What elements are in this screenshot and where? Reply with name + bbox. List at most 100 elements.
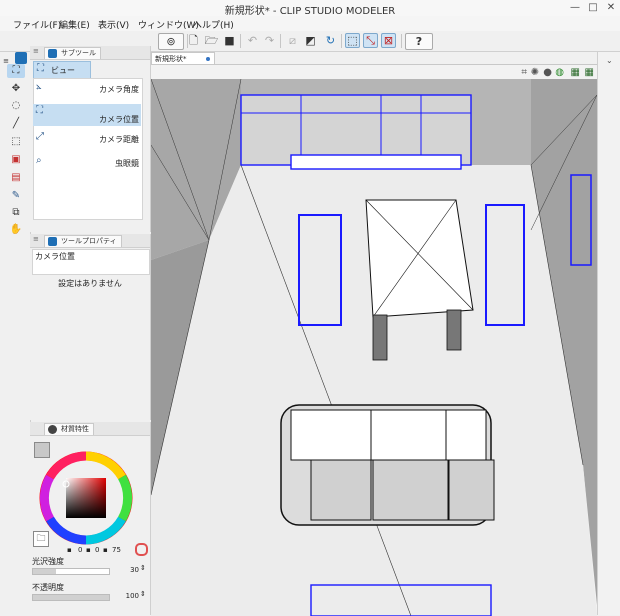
opacity-value: 100: [125, 592, 139, 600]
table-leg: [372, 314, 388, 361]
sphere-icon[interactable]: ●: [543, 67, 552, 78]
grip-icon: ≡: [33, 235, 39, 243]
gloss-label: 光沢強度: [32, 557, 64, 566]
hue-ring-segment: [46, 516, 87, 545]
tab-tool-property[interactable]: ツールプロパティ: [44, 235, 122, 247]
spinner-icon[interactable]: ⇕: [140, 564, 146, 572]
lasso-tool-icon[interactable]: ◌: [9, 99, 23, 113]
cube-tool-icon[interactable]: ⬚: [9, 135, 23, 149]
tab-material-label: 材質特性: [61, 425, 89, 433]
color-wheel[interactable]: [38, 450, 134, 546]
save-icon[interactable]: ■: [222, 33, 237, 48]
menu-edit[interactable]: 編集(E): [59, 18, 90, 31]
move-tool-icon[interactable]: ✥: [9, 82, 23, 96]
viewport[interactable]: ⌗ ✺ ● ◍ ▦ ▦: [151, 64, 597, 616]
hue-ring-segment: [46, 451, 87, 480]
hue-ring-segment: [85, 516, 126, 545]
grid-display-icon[interactable]: ⌗: [521, 67, 527, 78]
tab-tool-property-label: ツールプロパティ: [61, 237, 117, 245]
menu-bar: ファイル(F) 編集(E) 表示(V) ウィンドウ(W) ヘルプ(H): [0, 16, 620, 31]
minimize-button[interactable]: —: [568, 1, 582, 14]
subtool-camera-angle[interactable]: ⦛ カメラ角度: [33, 80, 141, 96]
sofa-cushion: [370, 409, 447, 461]
subtool-label: カメラ角度: [99, 85, 139, 94]
view-tool-icon: ⛶: [37, 63, 44, 74]
chevron-down-icon[interactable]: ⌄: [606, 56, 613, 65]
new-file-icon[interactable]: 🗋: [186, 33, 201, 48]
tab-material[interactable]: 材質特性: [44, 423, 94, 435]
subtool-camera-position[interactable]: ⛶ カメラ位置: [33, 104, 141, 126]
gloss-value: 30: [130, 566, 139, 574]
undo-icon[interactable]: ↶: [245, 33, 260, 48]
select-frame-icon[interactable]: ⬚: [345, 33, 360, 48]
menu-file[interactable]: ファイル(F): [13, 18, 61, 31]
color-circle-icon[interactable]: [135, 543, 148, 556]
redo-icon[interactable]: ↷: [262, 33, 277, 48]
subtool-camera-distance[interactable]: ⤢ カメラ距離: [33, 130, 141, 146]
close-button[interactable]: ✕: [604, 1, 618, 14]
camera-view-icon[interactable]: ▦: [571, 67, 580, 78]
layout-view-icon[interactable]: ▦: [585, 67, 594, 78]
menu-view[interactable]: 表示(V): [98, 18, 129, 31]
subtool-group-label: ビュー: [51, 66, 75, 75]
tool-property-header: ≡ ツールプロパティ: [30, 234, 150, 248]
fill-tool-icon[interactable]: ✋: [9, 223, 23, 237]
canvas-area: 新規形状* ⌗ ✺ ● ◍ ▦ ▦: [151, 52, 597, 616]
opacity-slider[interactable]: [32, 594, 110, 601]
light-icon[interactable]: ✺: [531, 67, 539, 78]
camera-angle-icon: ⦛: [36, 81, 42, 92]
pen-tool-icon[interactable]: ✎: [9, 189, 23, 203]
line-tool-icon[interactable]: ╱: [9, 117, 23, 131]
node-tool-icon[interactable]: ⧉: [9, 206, 23, 220]
sofa-cushion: [445, 409, 487, 461]
material-panel-header: 材質特性: [30, 422, 150, 436]
help-icon[interactable]: ?: [405, 33, 433, 50]
material-panel: 材質特性 🗀 ▪ 0 ▪ 0 ▪ 75 光沢強度 30 ⇕ 不透明度 100 ⇕: [30, 422, 151, 615]
subtool-group-view[interactable]: ⛶ ビュー: [33, 61, 91, 79]
subtool-tab-icon: [48, 49, 57, 58]
counter: [290, 154, 462, 170]
menu-help[interactable]: ヘルプ(H): [193, 18, 234, 31]
menu-window[interactable]: ウィンドウ(W): [138, 18, 199, 31]
camera-position-icon: ⛶: [36, 105, 43, 116]
toolbar-separator: [341, 34, 342, 48]
document-tab[interactable]: 新規形状*: [151, 52, 215, 64]
globe-icon[interactable]: ◍: [555, 67, 564, 78]
subtool-label: 虫眼鏡: [115, 159, 139, 168]
transform-red-icon[interactable]: ⊠: [381, 33, 396, 48]
tool-property-title: カメラ位置: [35, 252, 75, 261]
color-mode-icon: ▪: [103, 546, 108, 554]
maximize-button[interactable]: □: [586, 1, 600, 14]
spinner-icon[interactable]: ⇕: [140, 590, 146, 598]
toolbox-tab-icon[interactable]: [15, 52, 27, 64]
sofa-seat: [310, 459, 372, 521]
material-sphere-icon: [48, 425, 57, 434]
scale-arrows-icon[interactable]: ⤡: [363, 33, 378, 48]
folder-icon[interactable]: 🗀: [33, 531, 49, 547]
hue-ring-segment: [117, 474, 133, 522]
material-tool-icon[interactable]: ▤: [9, 171, 23, 185]
opacity-label: 不透明度: [32, 583, 64, 592]
vertical-scrollbar[interactable]: ⌄: [597, 52, 620, 615]
refresh-icon[interactable]: ↻: [323, 33, 338, 48]
gloss-slider[interactable]: [32, 568, 110, 575]
magnifier-icon: ⌕: [36, 155, 42, 166]
view-tool-icon[interactable]: ⛶: [7, 64, 25, 78]
subtool-list: [33, 78, 143, 220]
tool-property-tab-icon: [48, 237, 57, 246]
subtool-magnifier[interactable]: ⌕ 虫眼鏡: [33, 154, 141, 170]
view-mode-icon[interactable]: ⊚: [158, 33, 184, 50]
shading-icon[interactable]: ◩: [303, 33, 318, 48]
sofa-seat: [372, 459, 449, 521]
tool-property-panel: ≡ ツールプロパティ カメラ位置 設定はありません: [30, 234, 151, 420]
window-title: 新規形状* - CLIP STUDIO MODELER: [224, 6, 396, 17]
subtool-panel-header: ≡ サブツール: [30, 46, 150, 60]
subtool-panel: ≡ サブツール ⛶ ビュー ⦛ カメラ角度 ⛶ カメラ位置 ⤢ カメラ距離 ⌕ …: [30, 46, 151, 232]
object-tool-icon[interactable]: ▣: [9, 153, 23, 167]
no-settings-message: 設定はありません: [58, 279, 122, 288]
subtool-label: カメラ距離: [99, 135, 139, 144]
subtool-label: カメラ位置: [99, 115, 139, 124]
opacity-slider-fill: [33, 595, 109, 600]
open-folder-icon[interactable]: 🗁: [204, 33, 219, 48]
tab-subtool[interactable]: サブツール: [44, 47, 101, 59]
